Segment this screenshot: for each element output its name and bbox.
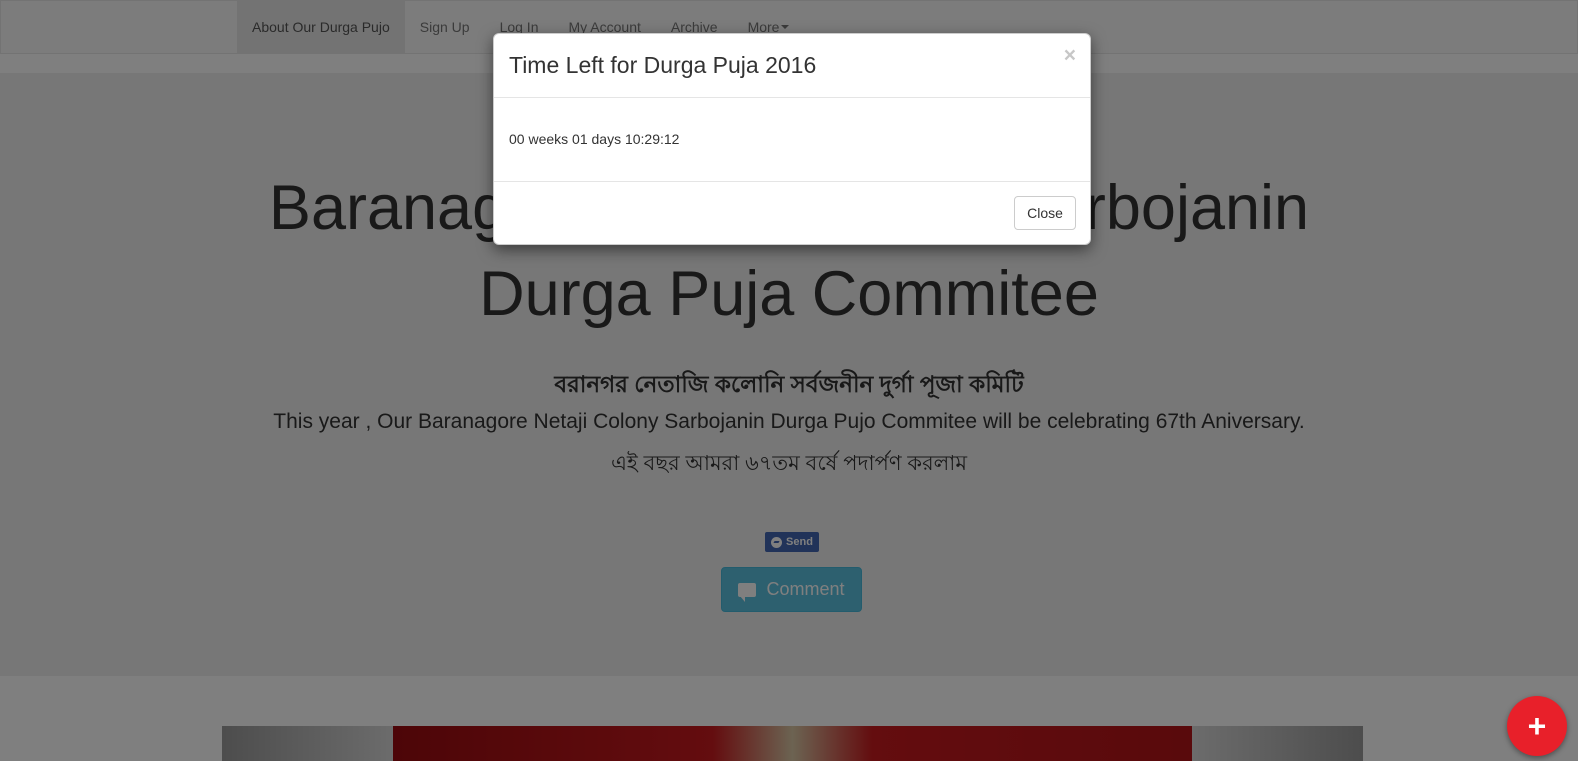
modal-header: Time Left for Durga Puja 2016 × [494, 34, 1090, 98]
modal-title: Time Left for Durga Puja 2016 [509, 52, 817, 78]
countdown-modal: Time Left for Durga Puja 2016 × 00 weeks… [493, 33, 1091, 245]
modal-footer: Close [494, 181, 1090, 246]
plus-icon: + [1527, 707, 1547, 744]
close-icon[interactable]: × [1064, 45, 1076, 66]
add-fab-button[interactable]: + [1507, 696, 1567, 756]
close-button[interactable]: Close [1014, 196, 1076, 230]
page: About Our Durga Pujo Sign Up Log In My A… [0, 0, 1578, 761]
countdown-text: 00 weeks 01 days 10:29:12 [509, 131, 680, 147]
